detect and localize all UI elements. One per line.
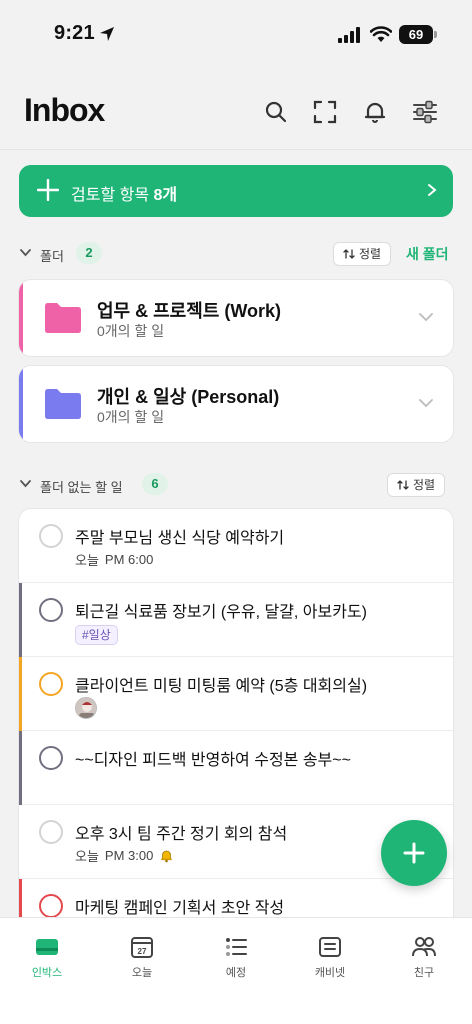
folder-name: 업무 & 프로젝트 (Work) [97, 301, 282, 321]
sort-icon [343, 249, 355, 259]
assignee-avatar[interactable] [75, 697, 97, 719]
task-checkbox[interactable] [39, 598, 63, 622]
review-banner-text: 검토할 항목 8개 [71, 181, 177, 205]
bell-icon[interactable] [361, 98, 389, 126]
folder-card-work[interactable]: 업무 & 프로젝트 (Work) 0개의 할 일 [19, 280, 453, 356]
task-item[interactable]: 클라이언트 미팅 미팅룸 예약 (5층 대회의실) [19, 657, 453, 731]
sort-icon [397, 480, 409, 490]
task-title: ~~디자인 피드백 반영하여 수정본 송부~~ [75, 752, 351, 769]
task-meta: 오늘 PM 3:00 [75, 846, 174, 865]
tasks-section-header[interactable]: 폴더 없는 할 일 6 정렬 [0, 471, 472, 499]
search-icon[interactable] [262, 98, 290, 126]
review-label: 검토할 항목 [71, 187, 150, 204]
sparkle-icon [37, 179, 59, 201]
tasks-count-badge: 6 [142, 473, 168, 495]
tab-cabinet[interactable]: 캐비넷 [295, 934, 365, 980]
avatar-image [76, 698, 96, 718]
task-title: 오후 3시 팀 주간 정기 회의 참석 [75, 826, 288, 843]
task-checkbox[interactable] [39, 820, 63, 844]
tab-label: 캐비넷 [314, 967, 346, 979]
folder-icon [45, 303, 81, 333]
page-title: Inbox [24, 92, 105, 128]
fullscreen-icon[interactable] [311, 98, 339, 126]
tab-today[interactable]: 27 오늘 [107, 934, 177, 980]
add-task-button[interactable] [381, 820, 447, 886]
chevron-down-icon[interactable] [419, 399, 433, 408]
task-accent-bar [19, 657, 22, 731]
review-items-banner[interactable]: 검토할 항목 8개 [19, 165, 453, 217]
calendar-today-icon: 27 [131, 937, 153, 958]
chevron-down-icon[interactable] [419, 313, 433, 322]
task-meta: 오늘 PM 6:00 [75, 550, 153, 569]
folders-sort-button[interactable]: 정렬 [333, 242, 392, 266]
sort-label: 정렬 [413, 478, 436, 492]
tab-label: 오늘 [131, 967, 153, 979]
folder-icon [45, 389, 81, 419]
task-time: PM 6:00 [104, 552, 154, 567]
status-time: 9:21 [54, 22, 95, 44]
task-checkbox[interactable] [39, 894, 63, 918]
plus-icon [403, 842, 425, 864]
chevron-right-icon [428, 184, 437, 196]
task-item[interactable]: ~~디자인 피드백 반영하여 수정본 송부~~ [19, 731, 453, 805]
friends-icon [412, 937, 436, 957]
battery-tip [434, 31, 437, 38]
folder-color-bar [19, 366, 23, 442]
chevron-down-icon [20, 480, 31, 488]
folder-color-bar [19, 280, 23, 356]
tasks-section-label: 폴더 없는 할 일 [40, 480, 123, 495]
calendar-day: 27 [138, 947, 147, 956]
task-title: 퇴근길 식료품 장보기 (우유, 달걀, 아보카도) [75, 604, 368, 621]
new-folder-button[interactable]: 새 폴더 [406, 244, 449, 264]
folder-subtitle: 0개의 할 일 [97, 409, 165, 425]
battery-indicator: 69 [399, 25, 433, 44]
sort-label: 정렬 [359, 247, 382, 261]
tab-upcoming[interactable]: 예정 [201, 934, 271, 980]
task-title: 클라이언트 미팅 미팅룸 예약 (5층 대회의실) [75, 678, 368, 695]
task-time: PM 3:00 [104, 848, 154, 863]
upcoming-list-icon [226, 938, 247, 956]
task-accent-bar [19, 583, 22, 657]
task-checkbox[interactable] [39, 746, 63, 770]
tab-inbox[interactable]: 인박스 [12, 934, 82, 980]
folder-name: 개인 & 일상 (Personal) [97, 387, 280, 407]
filter-settings-icon[interactable] [411, 98, 439, 126]
cellular-signal-icon [338, 27, 360, 43]
task-date: 오늘 [75, 849, 99, 864]
tab-label: 친구 [413, 967, 435, 979]
wifi-icon [370, 26, 392, 42]
task-checkbox[interactable] [39, 524, 63, 548]
tab-label: 예정 [225, 967, 247, 979]
bell-reminder-icon [161, 850, 173, 863]
folder-subtitle: 0개의 할 일 [97, 323, 165, 339]
status-bar: 9:21 69 [0, 0, 472, 70]
tasks-sort-button[interactable]: 정렬 [387, 473, 446, 497]
chevron-down-icon [20, 249, 31, 257]
inbox-icon [36, 939, 58, 955]
task-item[interactable]: 퇴근길 식료품 장보기 (우유, 달걀, 아보카도) #일상 [19, 583, 453, 657]
header: Inbox [0, 80, 472, 150]
tab-label: 인박스 [31, 967, 63, 979]
bottom-tab-bar: 인박스 27 오늘 예정 캐비넷 친구 [0, 917, 472, 1024]
task-title: 주말 부모님 생신 식당 예약하기 [75, 530, 285, 547]
tab-friends[interactable]: 친구 [389, 934, 459, 980]
folders-section-header[interactable]: 폴더 2 정렬 새 폴더 [0, 240, 472, 268]
task-accent-bar [19, 731, 22, 805]
task-title: 마케팅 캠페인 기획서 초안 작성 [75, 900, 285, 917]
location-arrow-icon [100, 27, 114, 41]
folders-section-label: 폴더 [40, 249, 64, 264]
cabinet-icon [319, 937, 341, 957]
folders-count-badge: 2 [76, 242, 102, 264]
task-item[interactable]: 주말 부모님 생신 식당 예약하기 오늘 PM 6:00 [19, 509, 453, 583]
task-checkbox[interactable] [39, 672, 63, 696]
task-tag[interactable]: #일상 [75, 625, 118, 645]
review-count: 8개 [153, 187, 178, 204]
task-date: 오늘 [75, 553, 99, 568]
folder-card-personal[interactable]: 개인 & 일상 (Personal) 0개의 할 일 [19, 366, 453, 442]
